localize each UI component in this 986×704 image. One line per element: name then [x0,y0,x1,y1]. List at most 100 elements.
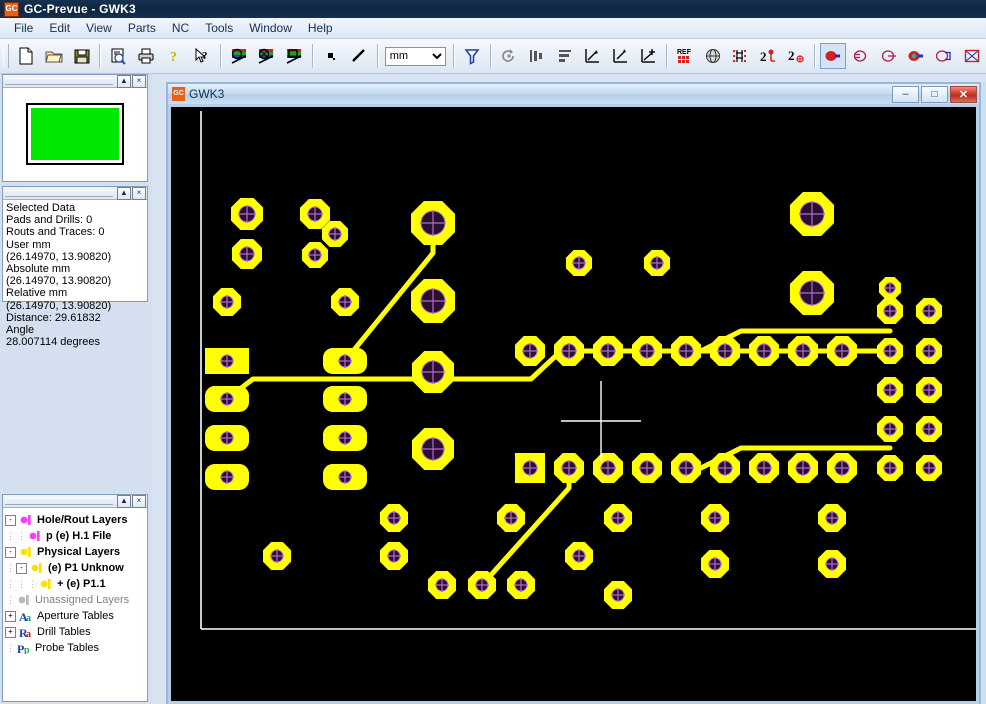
filter-funnel-icon[interactable] [459,43,485,69]
tree-indent: ⋮ [17,578,26,589]
toolbar-grip[interactable] [3,44,9,68]
measure-xy-icon[interactable] [580,43,606,69]
preview-board-outline [26,103,124,165]
panel-grip[interactable] [5,189,113,197]
help-question-icon[interactable]: ? [161,43,187,69]
two-target-icon[interactable]: 2 [783,43,809,69]
menu-item-nc[interactable]: NC [164,19,197,37]
menu-item-help[interactable]: Help [300,19,341,37]
probe-table-icon: Pp [16,642,32,654]
menu-item-window[interactable]: Window [241,19,300,37]
tree-node-label: Physical Layers [37,546,121,558]
tree-indent: ⋮ [6,578,15,589]
context-help-icon[interactable]: ? [189,43,215,69]
save-disk-icon[interactable] [69,43,95,69]
tree-expand-toggle[interactable]: + [5,626,16,638]
grid-hash-icon[interactable] [728,43,754,69]
print-preview-icon[interactable] [105,43,131,69]
mdi-window-title: GWK3 [189,87,225,101]
right-dock-filler [981,82,986,704]
tree-indent: ⋮ [6,530,15,541]
application-window: GC GC-Prevue - GWK3 File Edit View Parts NC T… [0,0,986,704]
tree-indent: ⋮ [6,562,15,573]
add-point-icon[interactable] [635,43,661,69]
layers-tree-titlebar: ▲ × [3,494,147,508]
preview-area[interactable] [3,88,147,180]
menu-item-parts[interactable]: Parts [120,19,164,37]
open-folder-icon[interactable] [41,43,67,69]
print-icon[interactable] [133,43,159,69]
selected-data-line: (26.14970, 13.90820) [6,275,112,288]
new-file-icon[interactable] [13,43,39,69]
tree-node[interactable]: ⋮ ⋮ ⋮ + (e) P1.1 [5,576,147,592]
tree-collapse-toggle[interactable]: - [16,562,27,574]
tree-node-label: + (e) P1.1 [57,578,106,590]
tree-node[interactable]: - Physical Layers [5,544,147,560]
tree-node-label: Unassigned Layers [35,594,130,606]
tree-indent: ⋮ [17,530,26,541]
tree-node[interactable]: ⋮ ⋮ p (e) H.1 File [5,528,147,544]
board-preview-panel: ▲ × [2,74,148,182]
panel-grip[interactable] [5,497,113,505]
tree-node[interactable]: - Hole/Rout Layers [5,512,147,528]
align-top-icon[interactable] [552,43,578,69]
selected-data-line: Pads and Drills: 0 [6,214,93,227]
menu-item-tools[interactable]: Tools [197,19,241,37]
toolbar-separator [490,44,492,68]
tree-node[interactable]: ⋮ - (e) P1 Unknow [5,560,147,576]
pad-filled-icon[interactable] [903,43,929,69]
zoom-out-layers-icon[interactable] [253,43,279,69]
tree-node[interactable]: + Aa Aperture Tables [5,608,147,624]
toolbar-separator [665,44,667,68]
menu-item-edit[interactable]: Edit [41,19,78,37]
window-title: GC-Prevue - GWK3 [24,2,136,16]
pad-cross-icon[interactable] [959,43,985,69]
tree-expand-toggle[interactable]: + [5,610,16,622]
main-toolbar: ?? mminchmil REF 2 2 [0,39,986,74]
preview-close-button[interactable]: × [132,74,146,88]
menu-item-file[interactable]: File [6,19,41,37]
pad-solid-icon[interactable] [820,43,846,69]
zoom-in-layers-icon[interactable] [226,43,252,69]
align-left-icon[interactable] [524,43,550,69]
units-select[interactable]: mminchmil [384,46,447,66]
tree-node[interactable]: + Ra Drill Tables [5,624,147,640]
pcb-canvas[interactable] [171,107,976,701]
tree-node-label: Aperture Tables [37,610,114,622]
two-point-icon[interactable]: 2 [755,43,781,69]
tree-collapse-toggle[interactable]: - [5,514,16,526]
aperture-table-icon: Aa [18,610,34,622]
globe-icon[interactable] [700,43,726,69]
point-pick-icon[interactable] [318,43,344,69]
pad-outline-icon[interactable] [931,43,957,69]
tree-indent: ⋮ [6,642,15,653]
menu-item-view[interactable]: View [78,19,120,37]
selected-data-close-button[interactable]: × [132,186,146,200]
layers-tree-close-button[interactable]: × [132,494,146,508]
panel-grip[interactable] [5,77,113,85]
layers-tree-collapse-button[interactable]: ▲ [117,494,131,508]
tree-node[interactable]: ⋮ Pp Probe Tables [5,640,147,656]
selected-data-collapse-button[interactable]: ▲ [117,186,131,200]
tree-node[interactable]: ⋮ Unassigned Layers [5,592,147,608]
svg-text:?: ? [202,50,208,62]
tree-indent: ⋮ [6,594,15,605]
rotate-icon[interactable] [496,43,522,69]
selected-data-readout: Selected Data Pads and Drills: 0 Routs and… [3,200,147,348]
preview-collapse-button[interactable]: ▲ [117,74,131,88]
layer-yellow-icon [18,546,34,558]
tree-collapse-toggle[interactable]: - [5,546,16,558]
reference-grid-icon[interactable]: REF [672,43,698,69]
pad-left-icon[interactable] [848,43,874,69]
pad-right-icon[interactable] [876,43,902,69]
pcb-drawing[interactable] [171,107,976,701]
selected-data-line: User mm [6,238,51,251]
mdi-minimize-button[interactable]: – [892,85,919,103]
line-measure-icon[interactable] [346,43,372,69]
menu-bar: File Edit View Parts NC Tools Window Help [0,18,986,39]
measure-angle-icon[interactable] [607,43,633,69]
layer-gray-icon [16,594,32,606]
zoom-window-layers-icon[interactable] [281,43,307,69]
mdi-close-button[interactable]: ✕ [950,85,977,103]
mdi-maximize-button[interactable]: □ [921,85,948,103]
